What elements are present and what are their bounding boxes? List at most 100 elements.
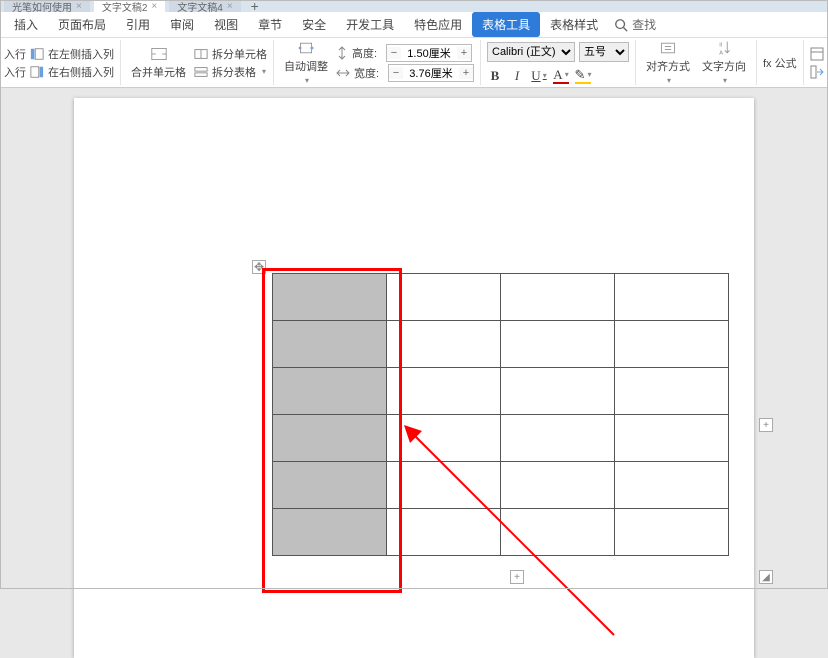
menu-view[interactable]: 视图 — [204, 12, 248, 37]
table-cell[interactable] — [273, 509, 387, 556]
table-cell[interactable] — [501, 274, 615, 321]
direction-icon: IIA — [716, 40, 732, 56]
text-direction-button[interactable]: IIA文字方向 — [698, 38, 750, 87]
table-cell[interactable] — [501, 415, 615, 462]
totext-icon — [810, 65, 824, 79]
tab-item[interactable]: 光笔如何使用× — [4, 0, 90, 12]
insert-row-above-button[interactable]: 入行 — [4, 46, 26, 62]
width-dec[interactable]: − — [389, 67, 403, 79]
width-label: 宽度: — [354, 65, 384, 81]
table-cell[interactable] — [273, 415, 387, 462]
table-cell[interactable] — [387, 368, 501, 415]
group-autofit: 自动调整 高度: −+ 宽度: −+ — [280, 40, 481, 85]
insert-left-icon — [30, 47, 44, 61]
calc-icon — [810, 47, 824, 61]
table-move-handle[interactable]: ✥ — [252, 260, 266, 274]
menu-references[interactable]: 引用 — [116, 12, 160, 37]
menu-insert[interactable]: 插入 — [4, 12, 48, 37]
highlight-button[interactable]: ✎ — [575, 68, 591, 84]
tab-bar: 光笔如何使用× 文字文稿2× 文字文稿4× + — [0, 0, 828, 12]
table-cell[interactable] — [387, 274, 501, 321]
merge-cells-button[interactable]: 合并单元格 — [127, 44, 190, 82]
table-row — [273, 274, 729, 321]
group-align: 对齐方式 IIA文字方向 — [642, 40, 757, 85]
table-row — [273, 415, 729, 462]
align-button[interactable]: 对齐方式 — [642, 38, 694, 87]
width-input[interactable] — [403, 65, 459, 81]
table-add-col-handle[interactable]: + — [759, 418, 773, 432]
menu-security[interactable]: 安全 — [292, 12, 336, 37]
table-cell[interactable] — [501, 509, 615, 556]
insert-right-icon — [30, 65, 44, 79]
document-page[interactable]: ✥ + + ◢ — [74, 98, 754, 658]
table-cell[interactable] — [273, 368, 387, 415]
font-name-select[interactable]: Calibri (正文) — [487, 42, 575, 62]
bold-button[interactable]: B — [487, 68, 503, 84]
menu-review[interactable]: 审阅 — [160, 12, 204, 37]
menu-page-layout[interactable]: 页面布局 — [48, 12, 116, 37]
width-spinner: 宽度: − + — [336, 64, 474, 82]
split-cell-icon — [194, 47, 208, 61]
to-text-button[interactable]: 转换成文本 — [810, 64, 828, 80]
table-cell[interactable] — [615, 368, 729, 415]
table-row — [273, 321, 729, 368]
font-color-button[interactable]: A — [553, 68, 569, 84]
tab-item[interactable]: 文字文稿4× — [169, 0, 240, 12]
italic-button[interactable]: I — [509, 68, 525, 84]
height-inc[interactable]: + — [457, 47, 471, 59]
table-cell[interactable] — [615, 462, 729, 509]
split-table-button[interactable]: 拆分表格 — [194, 64, 267, 80]
menu-sections[interactable]: 章节 — [248, 12, 292, 37]
table-cell[interactable] — [615, 415, 729, 462]
close-icon[interactable]: × — [76, 1, 82, 12]
search-label: 查找 — [632, 16, 656, 33]
menu-table-style[interactable]: 表格样式 — [540, 12, 608, 37]
height-input[interactable] — [401, 45, 457, 61]
table-row — [273, 368, 729, 415]
quick-calc-button[interactable]: 快速计算 — [810, 46, 828, 62]
autofit-button[interactable]: 自动调整 — [280, 38, 332, 87]
close-icon[interactable]: × — [227, 1, 233, 12]
table-cell[interactable] — [387, 509, 501, 556]
height-icon — [336, 46, 348, 60]
split-table-icon — [194, 65, 208, 79]
table-cell[interactable] — [615, 274, 729, 321]
menu-special[interactable]: 特色应用 — [404, 12, 472, 37]
width-inc[interactable]: + — [459, 67, 473, 79]
table-cell[interactable] — [387, 321, 501, 368]
underline-button[interactable]: U — [531, 68, 547, 84]
search-button[interactable]: 查找 — [614, 16, 656, 33]
height-spinner: 高度: −+ — [336, 44, 474, 62]
table-cell[interactable] — [273, 462, 387, 509]
table-cell[interactable] — [615, 509, 729, 556]
table-resize-handle[interactable]: ◢ — [759, 570, 773, 584]
table-cell[interactable] — [501, 321, 615, 368]
table-cell[interactable] — [501, 462, 615, 509]
table-cell[interactable] — [387, 415, 501, 462]
svg-text:A: A — [719, 50, 723, 56]
table-cell[interactable] — [273, 321, 387, 368]
table-cell[interactable] — [615, 321, 729, 368]
menu-table-tools[interactable]: 表格工具 — [472, 12, 540, 37]
search-icon — [614, 18, 628, 32]
group-merge: 合并单元格 拆分单元格 拆分表格 — [127, 40, 274, 85]
font-size-select[interactable]: 五号 — [579, 42, 629, 62]
table-add-row-handle[interactable]: + — [510, 570, 524, 584]
menu-developer[interactable]: 开发工具 — [336, 12, 404, 37]
tab-item[interactable]: 文字文稿2× — [94, 0, 165, 12]
table-row — [273, 509, 729, 556]
insert-col-left-button[interactable]: 在左侧插入列 — [30, 46, 114, 62]
table-row — [273, 462, 729, 509]
table-cell[interactable] — [273, 274, 387, 321]
close-icon[interactable]: × — [151, 1, 157, 12]
formula-button[interactable]: fx 公式 — [763, 55, 797, 71]
group-data: fx 公式 — [763, 40, 804, 85]
table-cell[interactable] — [501, 368, 615, 415]
insert-col-right-button[interactable]: 在右侧插入列 — [30, 64, 114, 80]
insert-row-below-button[interactable]: 入行 — [4, 64, 26, 80]
table-cell[interactable] — [387, 462, 501, 509]
height-dec[interactable]: − — [387, 47, 401, 59]
document-table[interactable] — [272, 273, 729, 556]
split-cell-button[interactable]: 拆分单元格 — [194, 46, 267, 62]
width-icon — [336, 67, 350, 79]
